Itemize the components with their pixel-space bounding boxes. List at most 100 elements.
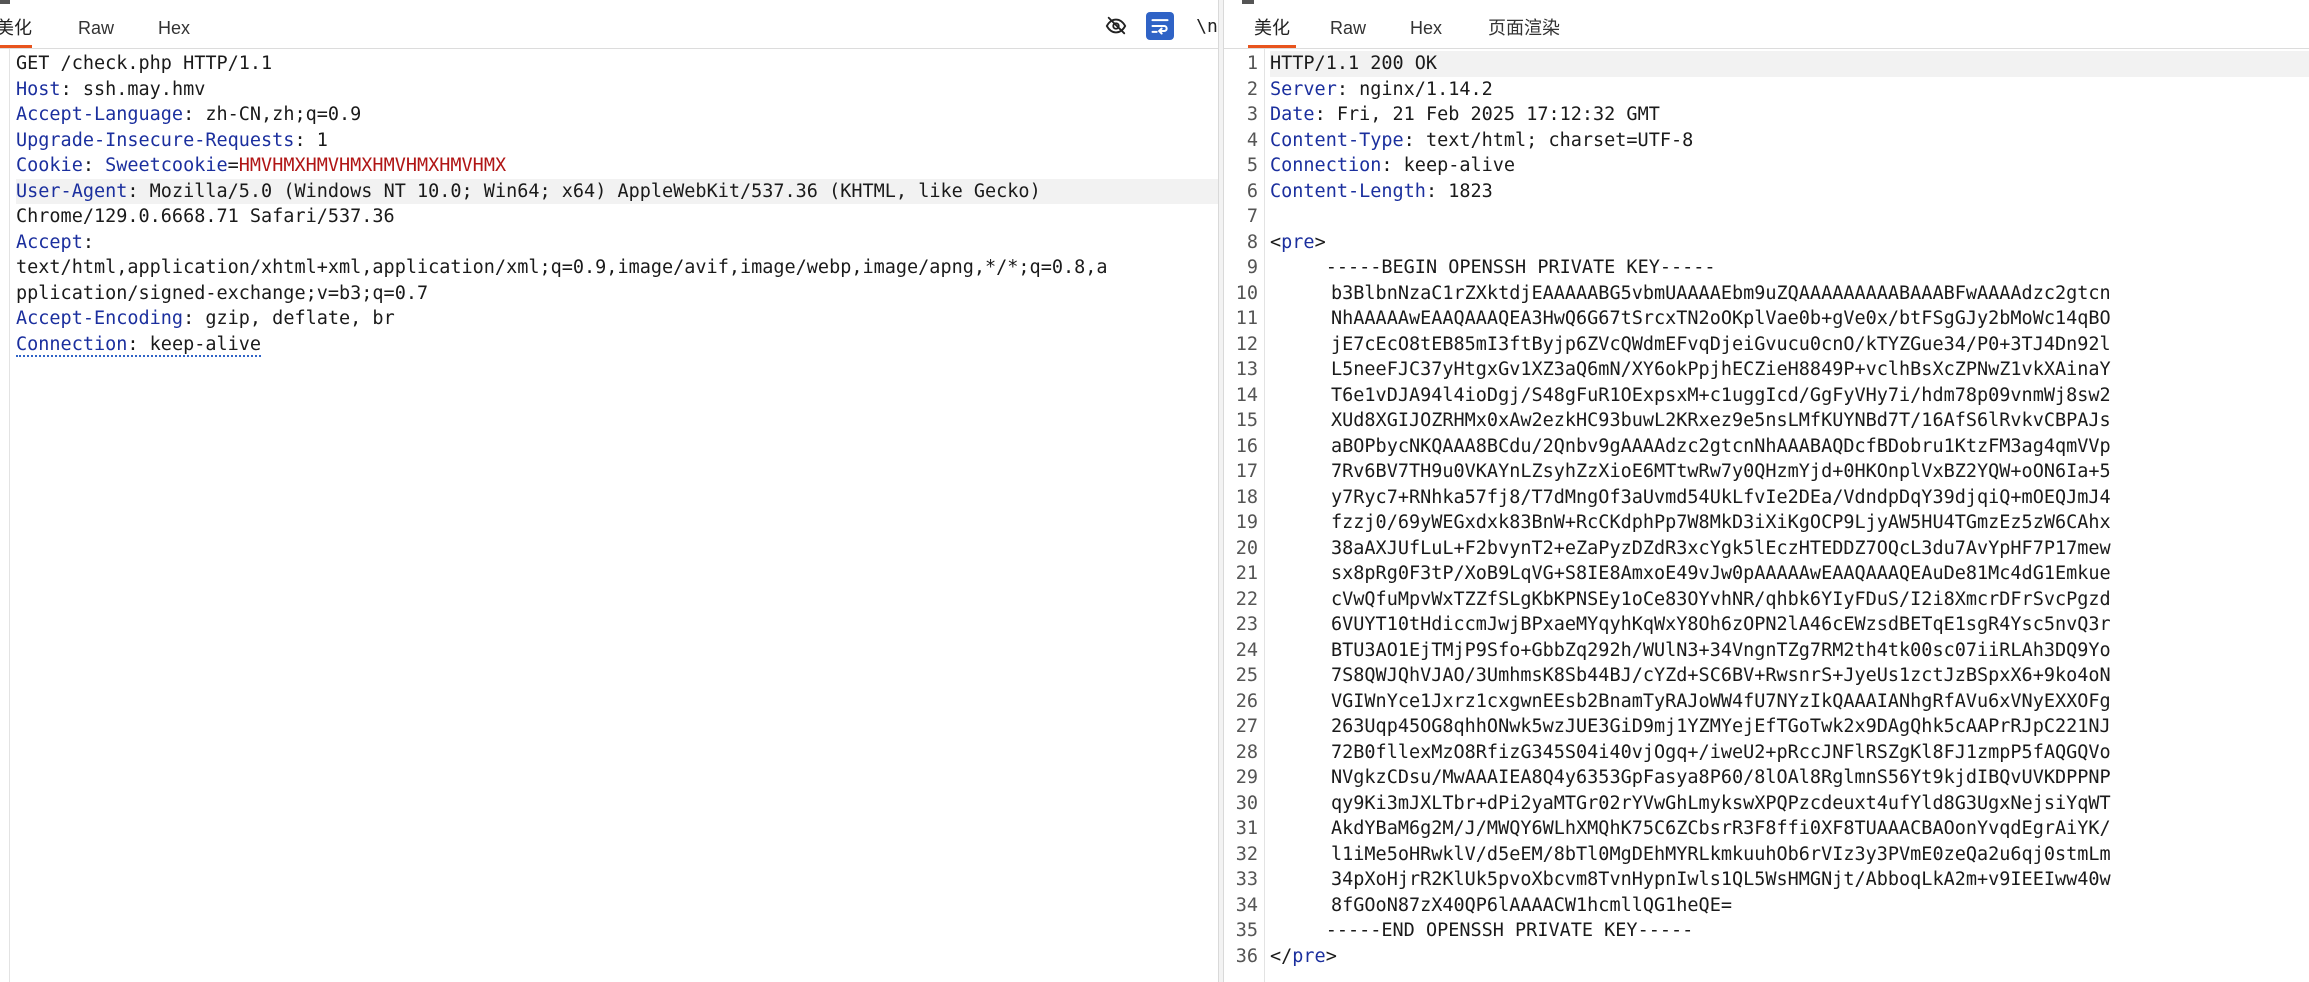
key-line: NVgkzCDsu/MwAAAIEA8Q4y6353GpFasya8P60/8l…: [1331, 767, 2111, 788]
line-number: 32: [1235, 843, 1258, 865]
key-line: cVwQfuMpvWxTZZfSLgKbKPNSEy1oCe83OYvhNR/q…: [1331, 588, 2111, 610]
line-number: 27: [1235, 716, 1258, 737]
header-user-agent: User-Agent: Mozilla/5.0 (Windows NT 10.0…: [16, 178, 1218, 204]
request-line: GET /check.php HTTP/1.1: [16, 53, 273, 74]
wrap-icon[interactable]: [1146, 12, 1174, 40]
top-edge-mark: [0, 0, 10, 4]
header-accept-value-cont: pplication/signed-exchange;v=b3;q=0.7: [16, 282, 429, 304]
header-accept: Accept:: [16, 231, 94, 253]
header-accept-encoding: Accept-Encoding: gzip, deflate, br: [16, 308, 395, 329]
header-connection: Connection: keep-alive: [16, 333, 262, 357]
eye-off-icon[interactable]: [1102, 12, 1130, 40]
key-line: 8fGOoN87zX40QP6lAAAACW1hcmllQG1heQE=: [1331, 894, 1732, 916]
key-line: 72B0fllexMzO8RfizG345S04i40vjOgq+/iweU2+…: [1331, 741, 2111, 763]
key-line: AkdYBaM6g2M/J/MWQY6WLhXMQhK75C6ZCbsrR3F8…: [1331, 818, 2111, 839]
key-line: T6e1vDJA94l4ioDgj/S48gFuR1OExpsxM+c1uggI…: [1331, 384, 2111, 406]
request-gutter: [0, 49, 10, 982]
key-line: VGIWnYce1Jxrz1cxgwnEEsb2BnamTyRAJoWW4fU7…: [1331, 690, 2111, 712]
line-number: 4: [1246, 129, 1258, 151]
newline-toggle[interactable]: \n: [1193, 12, 1218, 40]
response-editor[interactable]: 1 2 3 4 5 6 7 8 9 10 11 12 13 14 15 16 17 18 19 20 21 22 23 24 2…: [1224, 49, 2309, 982]
key-body: b3BlbnNzaC1rZXktdjEAAAAABG5vbmUAAAAEbm9u…: [1270, 281, 2309, 919]
header-connection: Connection: keep-alive: [1270, 155, 1516, 176]
tab-hex[interactable]: Hex: [158, 16, 190, 48]
line-number: 18: [1235, 486, 1258, 508]
line-number: 31: [1235, 818, 1258, 839]
request-pane: 美化 Raw Hex \n GET /check.php HTTP/1.1 Ho…: [0, 0, 1218, 982]
tab-hex[interactable]: Hex: [1410, 16, 1442, 48]
line-number: 6: [1246, 180, 1258, 202]
header-content-type: Content-Type: text/html; charset=UTF-8: [1270, 129, 1694, 151]
line-number: 3: [1246, 104, 1258, 125]
line-number: 16: [1235, 435, 1258, 457]
line-number: 10: [1235, 282, 1258, 304]
tab-raw[interactable]: Raw: [78, 16, 114, 48]
line-number: 14: [1235, 384, 1258, 406]
line-number: 29: [1235, 767, 1258, 788]
header-upgrade-insecure: Upgrade-Insecure-Requests: 1: [16, 129, 328, 151]
request-tabbar: 美化 Raw Hex \n: [0, 0, 1218, 49]
key-line: 263Uqp45OG8qhhONwk5wzJUE3GiD9mj1YZMYejEf…: [1331, 716, 2111, 737]
line-number: 23: [1235, 614, 1258, 635]
key-line: L5neeFJC37yHtgxGv1XZ3aQ6mN/XY6okPpjhECZi…: [1331, 359, 2111, 380]
line-number: 28: [1235, 741, 1258, 763]
key-line: 7Rv6BV7TH9u0VKAYnLZsyhZzXioE6MTtwRw7y0QH…: [1331, 461, 2111, 482]
line-number: 8: [1246, 231, 1258, 253]
key-end: -----END OPENSSH PRIVATE KEY-----: [1325, 920, 1694, 941]
header-cookie: Cookie: Sweetcookie=HMVHMXHMVHMXHMVHMXHM…: [16, 155, 507, 176]
line-number: 13: [1235, 359, 1258, 380]
key-line: jE7cEcO8tEB85mI3ftByjp6ZVcQWdmEFvqDjeiGv…: [1331, 333, 2111, 355]
line-number: 17: [1235, 461, 1258, 482]
line-number: 15: [1235, 410, 1258, 431]
line-number: 1: [1246, 53, 1258, 74]
line-number: 33: [1235, 869, 1258, 890]
line-number: 30: [1235, 792, 1258, 814]
cookie-value: HMVHMXHMVHMXHMVHMXHMVHMX: [238, 155, 507, 176]
key-line: sx8pRg0F3tP/XoB9LqVG+S8IE8AmxoE49vJw0pAA…: [1331, 563, 2111, 584]
key-line: b3BlbnNzaC1rZXktdjEAAAAABG5vbmUAAAAEbm9u…: [1331, 282, 2111, 304]
tab-raw[interactable]: Raw: [1330, 16, 1366, 48]
key-line: l1iMe5oHRwklV/d5eEM/8bTl0MgDEhMYRLkmkuuh…: [1331, 843, 2111, 865]
key-line: NhAAAAAwEAAQAAAQEA3HwQ6G67tSrcxTN2oOKplV…: [1331, 308, 2111, 329]
line-number: 36: [1235, 945, 1258, 967]
line-numbers: 1 2 3 4 5 6 7 8 9 10 11 12 13 14 15 16 17 18 19 20 21 22 23 24 2…: [1224, 51, 1258, 969]
line-number: 9: [1246, 257, 1258, 278]
key-line: BTU3AO1EjTMjP9Sfo+GbbZq292h/WUlN3+34Vngn…: [1331, 639, 2111, 661]
line-number: 21: [1235, 563, 1258, 584]
cookie-name: Sweetcookie: [105, 155, 228, 176]
header-user-agent-cont: Chrome/129.0.6668.71 Safari/537.36: [16, 206, 395, 227]
header-accept-value: text/html,application/xhtml+xml,applicat…: [16, 257, 1108, 278]
key-line: XUd8XGIJOZRHMx0xAw2ezkHC93buwL2KRxez9e5n…: [1331, 410, 2111, 431]
line-number: 35: [1235, 920, 1258, 941]
tab-render[interactable]: 页面渲染: [1488, 16, 1560, 48]
key-line: 34pXoHjrR2KlUk5pvoXbcvm8TvnHypnIwls1QL5W…: [1331, 869, 2111, 890]
line-number: 12: [1235, 333, 1258, 355]
key-line: qy9Ki3mJXLTbr+dPi2yaMTGr02rYVwGhLmykswXP…: [1331, 792, 2111, 814]
status-line: HTTP/1.1 200 OK: [1270, 51, 2309, 77]
pre-close-tag: </pre>: [1270, 945, 1337, 967]
tab-pretty[interactable]: 美化: [0, 16, 32, 48]
key-line: fzzj0/69yWEGxdxk83BnW+RcCKdphPp7W8MkD3iX…: [1331, 512, 2111, 533]
request-editor[interactable]: GET /check.php HTTP/1.1 Host: ssh.may.hm…: [0, 49, 1218, 982]
line-number: 24: [1235, 639, 1258, 661]
header-server: Server: nginx/1.14.2: [1270, 78, 1493, 100]
key-line: aBOPbycNKQAAA8BCdu/2Qnbv9gAAAAdzc2gtcnNh…: [1331, 435, 2111, 457]
tab-pretty[interactable]: 美化: [1248, 16, 1296, 48]
key-line: 6VUYT10tHdiccmJwjBPxaeMYqyhKqWxY8Oh6zOPN…: [1331, 614, 2111, 635]
header-host: Host: ssh.may.hmv: [16, 78, 206, 100]
line-number: 20: [1235, 537, 1258, 559]
key-line: y7Ryc7+RNhka57fj8/T7dMngOf3aUvmd54UkLfvI…: [1331, 486, 2111, 508]
newline-label: \n: [1196, 15, 1218, 37]
key-line: 38aAXJUfLuL+F2bvynT2+eZaPyzDZdR3xcYgk5lE…: [1331, 537, 2111, 559]
line-number: 34: [1235, 894, 1258, 916]
top-edge-mark: [1242, 0, 1254, 4]
key-line: 7S8QWJQhVJAO/3UmhmsK8Sb44BJ/cYZd+SC6BV+R…: [1331, 665, 2111, 686]
key-begin: -----BEGIN OPENSSH PRIVATE KEY-----: [1325, 257, 1716, 278]
response-gutter: 1 2 3 4 5 6 7 8 9 10 11 12 13 14 15 16 17 18 19 20 21 22 23 24 2…: [1224, 49, 1265, 982]
pre-open-tag: <pre>: [1270, 231, 1326, 253]
line-number: 11: [1235, 308, 1258, 329]
response-tabbar: 美化 Raw Hex 页面渲染: [1224, 0, 2309, 49]
line-number: 26: [1235, 690, 1258, 712]
response-pane: 美化 Raw Hex 页面渲染 1 2 3 4 5 6 7 8 9 10 11 12 13 14 15 16 1…: [1224, 0, 2309, 982]
